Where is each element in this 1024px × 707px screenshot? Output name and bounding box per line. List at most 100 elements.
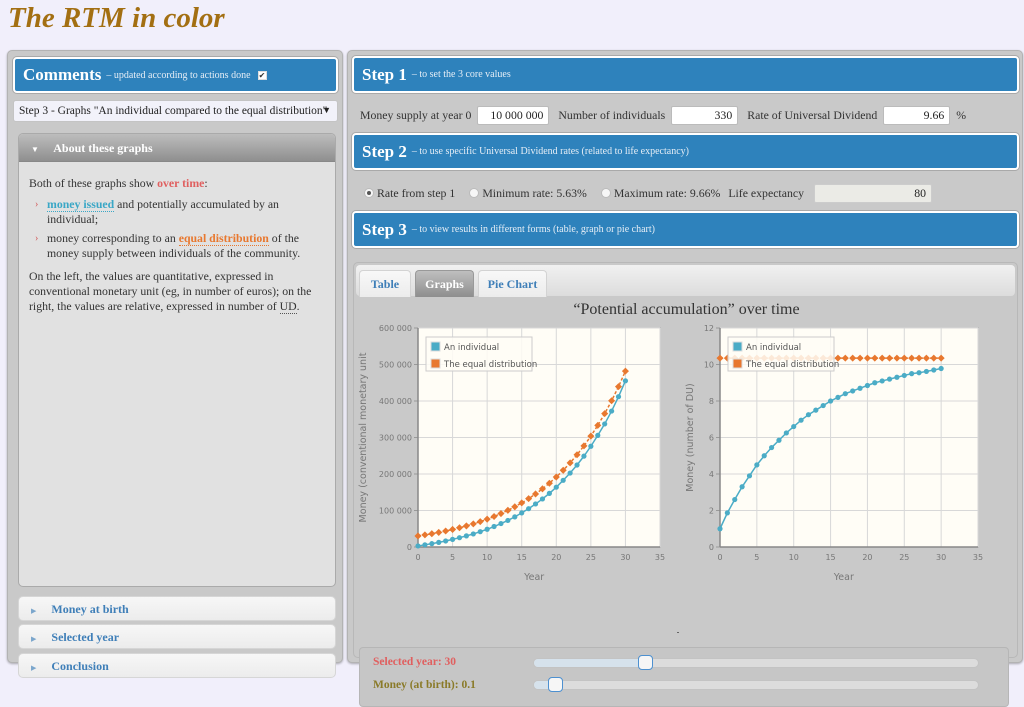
data-point-individual [567,470,573,476]
radio-rate-from-step1[interactable] [364,188,374,198]
data-point-individual [449,536,456,542]
data-point-individual [505,517,511,524]
data-point-individual [872,380,878,386]
x-tick-label: 35 [973,553,983,562]
x-tick-label: 20 [862,553,872,562]
small-dash [677,632,679,633]
life-expectancy-input[interactable] [813,183,932,203]
legend-swatch [732,358,743,369]
data-point-individual [484,526,490,532]
comments-topic-select-value: Step 3 - Graphs "An individual compared … [19,105,328,117]
step3-title: Step 3 [362,219,407,239]
x-tick-label: 30 [620,553,630,562]
accordion-header-about-these-graphs[interactable]: ▼ About these graphs [19,134,335,162]
comments-title: Comments [23,65,102,84]
money-issued-link[interactable]: money issued [47,197,115,212]
over-time-highlight: over time [157,176,205,190]
life-expectancy-label: Life expectancy [728,185,804,200]
y-axis-title: Money (conventional monetary unit [358,352,369,522]
individuals-label: Number of individuals [558,107,666,122]
data-point-individual [835,394,841,400]
data-point-individual [498,520,504,527]
step2-title: Step 2 [362,141,407,161]
equal-distribution-link[interactable]: equal distribution [178,231,269,246]
data-point-individual [546,490,552,496]
selected-year-label: Selected year: 30 [373,656,457,668]
x-tick-label: 0 [415,553,420,562]
comments-auto-update-checkbox[interactable]: ✔ [257,70,267,80]
y-tick-label: 4 [709,470,714,479]
legend-label: The equal distribution [443,360,537,370]
accordion-title: Conclusion [51,659,109,673]
bullet-prefix: money corresponding to an [47,231,179,245]
ud-abbreviation[interactable]: UD [279,299,297,314]
data-point-individual [532,501,539,507]
x-tick-label: 15 [517,553,527,562]
radio-minimum-rate[interactable] [469,188,480,198]
triangle-down-icon: ▼ [31,145,39,154]
page-title: The RTM in color [8,2,225,34]
data-point-individual [761,453,767,459]
data-point-individual [422,542,428,548]
data-point-individual [769,444,775,451]
data-point-individual [443,538,449,544]
step2-header: Step 2 – to use specific Universal Divid… [352,133,1019,170]
data-point-individual [581,453,587,459]
rate-input[interactable] [883,105,951,125]
data-point-individual [783,430,789,436]
data-point-individual [717,526,723,532]
money-at-birth-slider-handle[interactable] [548,677,564,692]
money-supply-input[interactable] [477,105,550,125]
y-tick-label: 100 000 [379,507,412,516]
individuals-input[interactable] [671,105,739,125]
y-tick-label: 300 000 [379,434,412,443]
radio-maximum-rate[interactable] [600,188,611,198]
comments-topic-select[interactable]: Step 3 - Graphs "An individual compared … [13,100,338,122]
x-tick-label: 20 [551,553,561,562]
x-tick-label: 5 [754,553,759,562]
data-point-individual [894,374,900,380]
step1-title: Step 1 [362,64,407,84]
accordion-money-at-birth[interactable]: ▶ Money at birth [18,596,336,621]
x-tick-label: 5 [450,553,455,562]
data-point-individual [746,473,753,479]
money-at-birth-slider[interactable] [533,680,979,690]
y-tick-label: 600 000 [379,324,412,333]
data-point-individual [539,496,546,502]
data-point-individual [615,394,622,400]
list-item: › money issued and potentially accumulat… [29,197,325,227]
data-point-individual [791,423,797,430]
data-point-individual [609,408,615,414]
accordion-title: About these graphs [53,141,153,155]
data-point-individual [456,535,463,541]
y-tick-label: 400 000 [379,397,412,406]
data-point-individual [842,391,848,397]
selected-year-slider-handle[interactable] [637,655,653,670]
radio-label: Minimum rate: 5.63% [482,185,587,200]
data-point-individual [938,365,944,372]
x-axis-title: Year [833,572,854,583]
data-point-individual [827,398,834,404]
legend-swatch [732,341,743,352]
comments-header: Comments – updated according to actions … [13,57,338,93]
data-point-individual [724,510,730,516]
step3-header: Step 3 – to view results in different fo… [352,211,1019,248]
data-point-individual [553,484,559,490]
y-tick-label: 2 [709,507,714,516]
explanation-text: On the left, the values are quantitative… [29,269,325,314]
data-point-individual [512,514,518,520]
x-tick-label: 0 [717,553,722,562]
data-point-individual [864,382,871,389]
data-point-individual [436,539,442,545]
charts-svg: 0 5 10 15 20 25 30 350100 000200 000300 000400 … [358,324,983,633]
data-point-individual [429,541,435,547]
accordion-conclusion[interactable]: ▶ Conclusion [18,653,336,678]
y-tick-label: 6 [709,434,714,443]
selected-year-slider[interactable] [533,658,979,668]
step3-subtitle: – to view results in different forms (ta… [411,224,655,235]
y-tick-label: 200 000 [379,470,412,479]
x-tick-label: 10 [482,553,492,562]
data-point-individual [739,484,745,490]
y-tick-label: 10 [704,361,714,370]
accordion-selected-year[interactable]: ▶ Selected year [18,624,336,649]
